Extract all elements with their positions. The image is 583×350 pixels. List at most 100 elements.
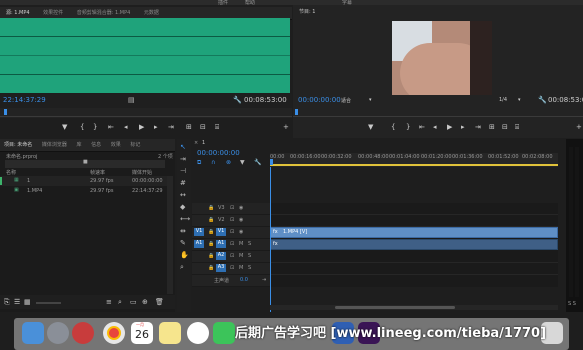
add-marker-icon[interactable]: ▼ (240, 159, 245, 166)
playhead-marker[interactable] (295, 109, 298, 115)
menu-item[interactable]: 插件 (218, 0, 228, 6)
notes-icon[interactable] (159, 322, 181, 344)
solo-button[interactable]: S (248, 241, 251, 247)
lock-icon[interactable]: 🔒 (208, 265, 214, 271)
sync-icon[interactable]: ⊡ (230, 217, 234, 223)
app-icon[interactable] (72, 322, 94, 344)
track-lane-master[interactable] (270, 275, 558, 286)
settings-wrench-icon[interactable]: 🔧 (254, 159, 261, 166)
lock-icon[interactable]: 🔒 (208, 217, 214, 223)
export-frame-icon[interactable]: ⌸ (515, 123, 519, 132)
list-item[interactable]: ▦ 1 29.97 fps 00:00:00:00 (0, 176, 168, 186)
column-media-start[interactable]: 媒体开始 (132, 169, 152, 176)
track-area[interactable]: fx 1.MP4 [V] fx (270, 203, 558, 287)
step-back-icon[interactable]: ◂ (124, 123, 128, 131)
column-fps[interactable]: 帧速率 (90, 169, 105, 176)
icon-view-icon[interactable]: ▦ (24, 298, 31, 306)
track-target-a3[interactable]: A3 (216, 264, 226, 272)
track-header-a2[interactable]: 🔒 A2 ⊡ M S (192, 251, 270, 263)
program-title[interactable]: 节目: 1 (299, 8, 315, 15)
go-to-in-icon[interactable]: ⇤ (419, 123, 425, 131)
audio-clip[interactable]: fx (270, 239, 558, 250)
track-header-v1[interactable]: V1 🔒 V1 ⊡ ◉ (192, 227, 270, 239)
calendar-icon[interactable]: 一月 26 (131, 322, 153, 344)
sync-icon[interactable]: ⊡ (230, 229, 234, 235)
overwrite-icon[interactable]: ⊟ (200, 123, 206, 131)
bin-icon[interactable]: ■ (83, 159, 88, 165)
rate-stretch-icon[interactable]: ↔ (180, 191, 186, 199)
track-header-master[interactable]: 主声道 0.0 ⇥ (192, 275, 270, 287)
track-select-icon[interactable]: ⇥ (180, 155, 186, 163)
step-forward-icon[interactable]: ▸ (461, 123, 465, 131)
chevron-down-icon[interactable]: ▾ (369, 97, 372, 103)
sync-icon[interactable]: ⊡ (230, 205, 234, 211)
linked-selection-icon[interactable]: ⊗ (226, 159, 231, 166)
zoom-icon[interactable]: ⌕ (180, 263, 184, 272)
lock-icon[interactable]: ⎘ (4, 298, 10, 307)
sync-icon[interactable]: ⊡ (230, 241, 234, 247)
marker-icon[interactable]: ▼ (62, 123, 67, 131)
track-target-a1[interactable]: A1 (216, 240, 226, 248)
track-lane-v3[interactable] (270, 203, 558, 215)
scrollbar[interactable] (167, 176, 173, 294)
column-name[interactable]: 名称 (6, 169, 16, 176)
program-timecode[interactable]: 00:00:00:00 (298, 96, 341, 104)
scrollbar-thumb[interactable] (335, 306, 455, 309)
list-view-icon[interactable]: ☰ (14, 298, 20, 306)
go-to-out-icon[interactable]: ⇥ (475, 123, 481, 131)
source-mini-ruler[interactable] (0, 108, 292, 118)
mute-button[interactable]: M (239, 241, 243, 247)
insert-icon[interactable]: ⊞ (186, 123, 192, 131)
nest-icon[interactable]: ⧉ (197, 159, 201, 167)
go-to-out-icon[interactable]: ⇥ (168, 123, 174, 131)
timeline-ruler[interactable]: 00:00 00:00:16:00 00:00:32:00 00:00:48:0… (270, 153, 558, 167)
program-video-frame[interactable] (392, 21, 492, 95)
work-area-bar[interactable] (270, 164, 558, 166)
zoom-slider[interactable] (36, 302, 61, 304)
slip-icon[interactable]: ⟷ (180, 215, 190, 223)
new-bin-icon[interactable]: ▭ (130, 298, 137, 306)
step-back-icon[interactable]: ◂ (433, 123, 437, 131)
track-header-a3[interactable]: 🔒 A3 ⊡ M S (192, 263, 270, 275)
lift-icon[interactable]: ⊞ (489, 123, 495, 131)
video-clip[interactable]: fx 1.MP4 [V] (270, 227, 558, 238)
tab-markers[interactable]: 标记 (126, 139, 144, 151)
list-item[interactable]: ▣ 1.MP4 29.97 fps 22:14:37:29 (0, 186, 168, 196)
mark-out-icon[interactable]: } (93, 123, 97, 131)
play-icon[interactable]: ▶ (447, 123, 452, 131)
track-lane-v2[interactable] (270, 215, 558, 227)
program-mini-ruler[interactable] (293, 108, 583, 118)
tab-sequence[interactable]: 1 (202, 140, 205, 146)
tab-media-browser[interactable]: 媒体浏览器 (38, 139, 71, 151)
extract-icon[interactable]: ⊟ (502, 123, 508, 131)
track-target-v1[interactable]: V1 (216, 228, 226, 236)
chrome-icon[interactable] (103, 322, 125, 344)
tab-libraries[interactable]: 库 (72, 139, 85, 151)
lock-icon[interactable]: 🔒 (208, 229, 214, 235)
fit-dropdown[interactable]: 适合 (341, 97, 351, 104)
close-icon[interactable]: × (194, 140, 198, 146)
play-icon[interactable]: ▶ (139, 123, 144, 131)
timeline-timecode[interactable]: 00:00:00:00 (197, 149, 240, 157)
timeline-scrollbar[interactable] (270, 305, 558, 310)
source-patch-v1[interactable]: V1 (194, 228, 204, 236)
source-patch-a1[interactable]: A1 (194, 240, 204, 248)
audio-waveform[interactable] (0, 18, 290, 93)
snap-icon[interactable]: ∩ (211, 159, 215, 166)
add-button-icon[interactable]: + (283, 123, 289, 131)
master-volume[interactable]: 0.0 (240, 277, 248, 283)
mark-out-icon[interactable]: } (406, 123, 410, 131)
go-to-end-icon[interactable]: ⇥ (262, 277, 266, 283)
add-button-icon[interactable]: + (576, 123, 582, 131)
solo-button[interactable]: S (248, 265, 251, 271)
pen-icon[interactable]: ✎ (180, 239, 186, 247)
solo-button[interactable]: S (248, 253, 251, 259)
sync-icon[interactable]: ⊡ (230, 265, 234, 271)
new-item-icon[interactable]: ⊕ (142, 298, 148, 306)
razor-icon[interactable]: ◆ (180, 203, 185, 211)
resolution-dropdown[interactable]: 1/4 (499, 97, 507, 103)
launchpad-icon[interactable] (47, 322, 69, 344)
lock-icon[interactable]: 🔒 (208, 241, 214, 247)
wrench-icon[interactable]: 🔧 (233, 96, 242, 104)
find-icon[interactable]: ⌕ (118, 298, 122, 307)
